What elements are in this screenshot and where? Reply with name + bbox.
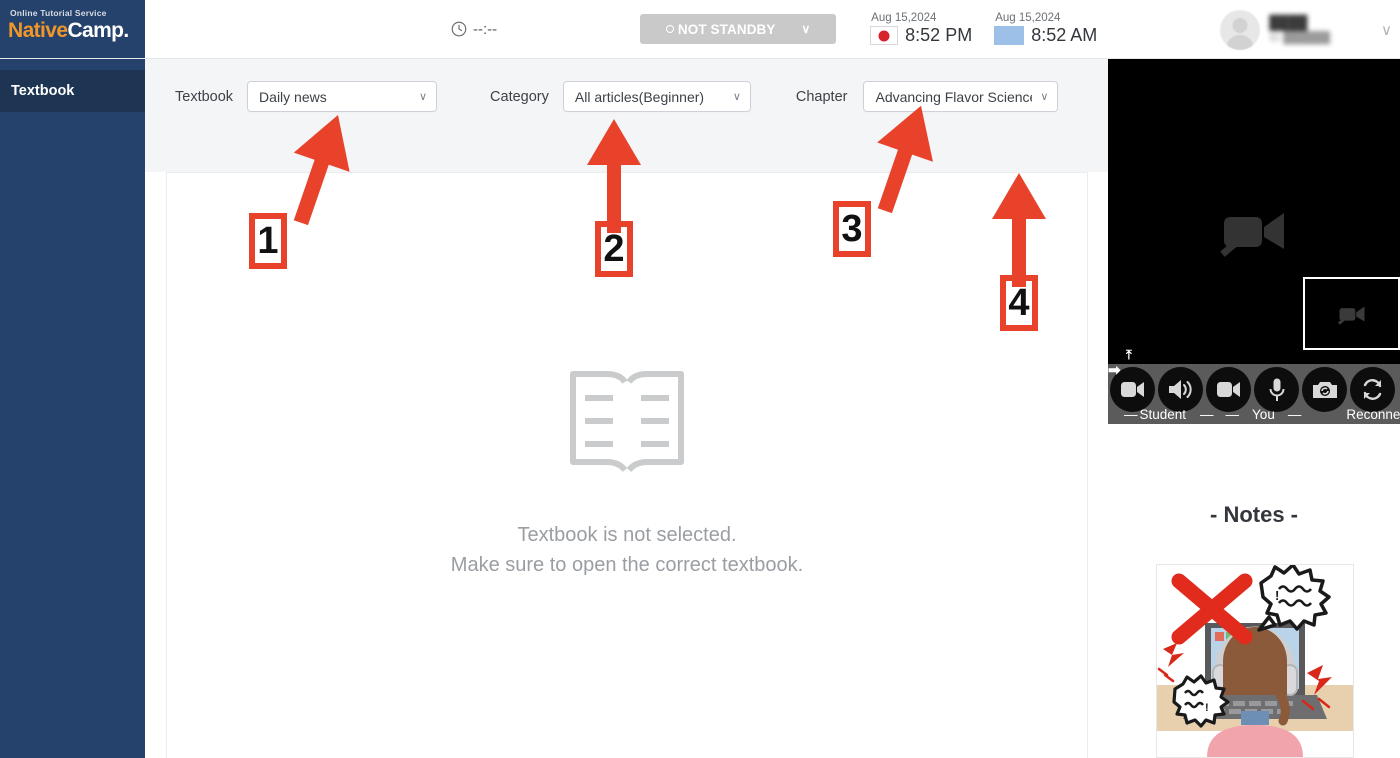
category-select-value: All articles(Beginner) [574,88,705,105]
label-dash: — [1287,407,1302,422]
arrow-icon [992,173,1046,287]
video-stage[interactable]: ⤒ ➡ — Student — — You — Reconne [1108,59,1400,424]
illustration-graphic: ! ! [1157,565,1353,757]
clock-time: 8:52 AM [1031,25,1098,45]
chevron-down-icon: ∨ [732,91,741,103]
annotation-marker-1: 1 [249,114,350,269]
microphone-icon [1269,378,1284,401]
empty-state: Textbook is not selected. Make sure to o… [167,366,1087,580]
textbook-label: Textbook [175,88,234,105]
switch-camera-button[interactable] [1302,367,1347,412]
refresh-icon [1363,379,1382,400]
brand-name-camp: Camp. [67,19,129,42]
standby-status-dropdown[interactable]: NOT STANDBY ∨ [640,14,837,44]
sidebar-item-textbook[interactable]: Textbook [0,70,145,112]
brand-name-native: Native [8,19,68,42]
speaker-button[interactable] [1158,367,1203,412]
microphone-button[interactable] [1254,367,1299,412]
clock-icon [451,21,467,37]
user-id: ID ██████ [1269,32,1331,44]
empty-state-line2: Make sure to open the correct textbook. [450,554,804,576]
lesson-timer-value: --:-- [473,20,498,38]
video-camera-icon [1120,382,1144,397]
timezone-clock-local: Aug 15,2024 8:52 AM [994,12,1097,46]
label-reconnect: Reconnect [1346,407,1400,422]
reconnect-button[interactable] [1350,367,1395,412]
annotation-marker-3: 3 [833,105,933,257]
sidebar-spacer [0,59,145,70]
your-video-button[interactable] [1206,367,1251,412]
arrow-icon [587,119,641,233]
video-panel: ⤒ ➡ — Student — — You — Reconne - Notes … [1108,59,1400,758]
video-camera-icon [1216,382,1240,397]
lesson-timer: --:-- [450,20,497,38]
user-name: ████ [1269,15,1308,30]
open-book-icon [570,371,684,472]
chevron-down-icon[interactable]: ∨ [1381,21,1392,39]
camera-off-icon [1337,306,1364,325]
right-arrow-icon: ➡ [1108,362,1121,379]
label-dash: — [1200,407,1214,422]
top-bar: --:-- NOT STANDBY ∨ Aug 15,2024 8:52 PM … [145,0,1400,59]
jp-flag-icon [870,26,899,45]
annotation-marker-2: 2 [587,119,641,277]
user-info: ████ ID ██████ [1269,15,1330,44]
chevron-down-icon: ∨ [1040,91,1049,103]
chevron-down-icon: ∨ [801,22,811,36]
speaker-icon [1169,380,1192,399]
brand-logo[interactable]: Online Tutorial Service NativeCamp. [0,0,145,59]
svg-text:!: ! [1205,702,1209,714]
label-you: You [1252,407,1275,422]
sidebar: Online Tutorial Service NativeCamp. Text… [0,0,145,758]
camera-off-icon [1220,213,1284,257]
clock-time: 8:52 PM [905,25,973,45]
annotation-marker-4: 4 [992,173,1046,331]
clock-date: Aug 15,2024 [995,12,1061,24]
arrow-icon [877,105,933,214]
label-student: Student [1139,407,1187,422]
svg-text:!: ! [1275,588,1279,603]
circle-outline-icon [665,25,674,33]
plain-flag-icon [994,26,1025,45]
no-noise-illustration: ! ! [1156,564,1354,758]
video-control-labels: — Student — — You — Reconnect [1108,407,1400,422]
label-dash: — [1225,407,1240,422]
chevron-down-icon: ∨ [418,91,428,103]
self-view-pip[interactable] [1303,277,1400,350]
standby-label: NOT STANDBY [677,21,776,37]
label-dash: — [1124,407,1138,422]
user-menu[interactable]: ████ ID ██████ ∨ [1220,0,1392,59]
app-root: Online Tutorial Service NativeCamp. Text… [0,0,1400,758]
notes-title: - Notes - [1210,502,1298,527]
sidebar-item-label: Textbook [11,83,75,99]
timezone-clock-jp: Aug 15,2024 8:52 PM [870,12,972,46]
category-label: Category [490,88,549,105]
clock-date: Aug 15,2024 [871,12,937,24]
timezone-clocks: Aug 15,2024 8:52 PM Aug 15,2024 8:52 AM [870,12,1097,46]
camera-switch-icon [1312,381,1337,398]
down-arrow-icon: ⤒ [1126,347,1132,362]
arrow-icon [293,114,350,226]
empty-state-line1: Textbook is not selected. [517,524,737,546]
avatar [1220,9,1261,50]
brand-name: NativeCamp. [8,19,145,43]
category-select[interactable]: All articles(Beginner) ∨ [562,81,751,112]
brand-tagline: Online Tutorial Service [10,8,107,18]
chapter-label: Chapter [795,88,848,105]
